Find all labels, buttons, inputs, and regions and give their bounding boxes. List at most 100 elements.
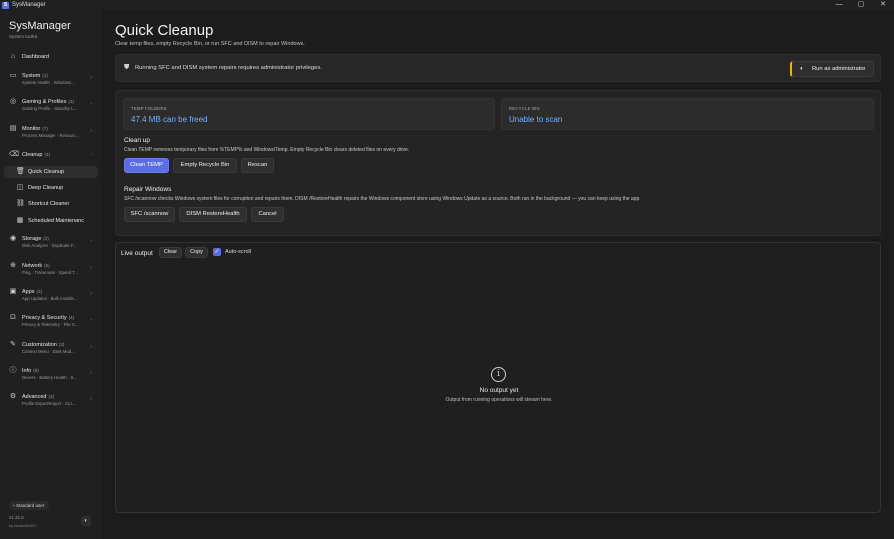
empty-output-title: No output yet — [479, 387, 519, 394]
auto-scroll-checkbox[interactable]: ✓ — [213, 248, 221, 256]
shield-half-icon: ◐ — [800, 66, 804, 72]
calendar-icon: ▦ — [16, 217, 24, 224]
sidebar-group-sub: Process Manager · Resourc... — [22, 133, 80, 138]
home-icon: ⌂ — [10, 53, 16, 60]
app-icon: S — [2, 1, 9, 9]
sidebar-group-sub: Profile Export/Import · CLI... — [22, 401, 76, 406]
sidebar-group-privacy[interactable]: ⊡ Privacy & Security (4) Privacy & Teleme… — [4, 314, 98, 330]
window-controls: — ▢ ✕ — [828, 0, 894, 10]
sidebar-group-count: (1) — [42, 73, 48, 78]
shield-icon: ⛊ — [124, 64, 130, 71]
sidebar-group-label: Network — [22, 263, 43, 269]
cancel-button[interactable]: Cancel — [251, 207, 284, 222]
sidebar-group-count: (3) — [48, 394, 54, 399]
dism-restorehealth-button[interactable]: DISM RestoreHealth — [179, 207, 247, 222]
clean-temp-button[interactable]: Clean TEMP — [124, 158, 169, 173]
sidebar-group-advanced[interactable]: ⚙ Advanced (3) Profile Export/Import · CL… — [4, 393, 98, 409]
sidebar-group-count: (4) — [68, 315, 75, 320]
chevron-right-icon: › — [90, 344, 92, 350]
sidebar-group-sub: Gaming Profile · Standby L... — [22, 106, 78, 111]
brand-name: SysManager — [9, 20, 71, 32]
close-button[interactable]: ✕ — [872, 0, 894, 10]
sidebar-group-label: Monitor — [22, 126, 41, 132]
sidebar-item-quick-cleanup[interactable]: 🗑 Quick Cleanup — [4, 166, 98, 178]
sidebar-item-scheduled-maintenance[interactable]: ▦ Scheduled Maintenanc — [4, 217, 98, 226]
sidebar-item-deep-cleanup[interactable]: ◫ Deep Cleanup — [4, 184, 98, 193]
sidebar-group-gaming[interactable]: ◎ Gaming & Profiles (3) Gaming Profile · … — [4, 98, 98, 114]
sidebar-group-label: Gaming & Profiles — [22, 99, 67, 105]
admin-notice-text: Running SFC and DISM system repairs requ… — [135, 65, 322, 71]
sidebar-group-customization[interactable]: ✎ Customization (3) Context Menu · Dark M… — [4, 341, 98, 357]
stat-label: TEMP FOLDERS — [131, 106, 167, 111]
auto-scroll-label: Auto-scroll — [225, 249, 251, 255]
sidebar: SysManager System toolkit ⌂ Dashboard ▭ … — [0, 10, 102, 539]
sidebar-group-sub: Privacy & Telemetry · File S... — [22, 322, 79, 327]
page-subtitle: Clear temp files, empty Recycle Bin, or … — [115, 41, 305, 47]
sidebar-group-sub: Context Menu · Dark Mod... — [22, 349, 75, 354]
sfc-scannow-button[interactable]: SFC /scannow — [124, 207, 175, 222]
sidebar-item-label: Dashboard — [22, 54, 49, 60]
chevron-right-icon: › — [90, 265, 92, 271]
sidebar-group-label: Customization — [22, 342, 57, 348]
sidebar-group-network[interactable]: ⊕ Network (5) Ping · Traceroute · Speed T… — [4, 262, 98, 278]
sidebar-group-apps[interactable]: ▣ Apps (3) App Updates · Bulk Installe...… — [4, 288, 98, 304]
repair-section-title: Repair Windows — [124, 186, 172, 193]
sidebar-group-label: Apps — [22, 289, 35, 295]
chevron-right-icon: › — [90, 291, 92, 297]
info-icon: i — [491, 367, 506, 382]
live-output-panel: Live output Clear Copy ✓ Auto-scroll i N… — [115, 242, 881, 513]
sidebar-group-count: (5) — [44, 263, 50, 268]
stat-label: RECYCLE BIN — [509, 106, 540, 111]
cleanup-section-title: Clean up — [124, 137, 151, 144]
clear-output-button[interactable]: Clear — [159, 247, 182, 258]
chevron-right-icon: › — [90, 238, 92, 244]
sidebar-item-dashboard[interactable]: ⌂ Dashboard — [4, 53, 98, 62]
theme-toggle-button[interactable]: ◐ — [81, 516, 91, 526]
rescan-button[interactable]: Rescan — [241, 158, 274, 173]
chart-icon: ▤ — [9, 125, 17, 132]
temp-folders-stat: TEMP FOLDERS 47.4 MB can be freed — [123, 98, 495, 130]
cleanup-card: TEMP FOLDERS 47.4 MB can be freed RECYCL… — [115, 90, 881, 236]
main-content: Quick Cleanup Clear temp files, empty Re… — [102, 10, 894, 539]
sidebar-group-count: (2) — [43, 236, 49, 241]
sidebar-item-label: Shortcut Cleaner — [28, 201, 70, 207]
chevron-down-icon: ˇ — [90, 154, 92, 160]
sidebar-group-sub: Drivers · Battery Health · S... — [22, 375, 77, 380]
page-title: Quick Cleanup — [115, 22, 214, 39]
run-as-admin-button[interactable]: ◐ Run as administrator — [790, 61, 874, 77]
sidebar-group-sub: Disk Analyzer · Duplicate F... — [22, 243, 77, 248]
stat-value: 47.4 MB can be freed — [131, 115, 208, 124]
empty-recycle-bin-button[interactable]: Empty Recycle Bin — [173, 158, 237, 173]
sidebar-item-label: Scheduled Maintenanc — [28, 218, 84, 224]
sidebar-group-system[interactable]: ▭ System (1) System Health · Windows... › — [4, 72, 98, 88]
minimize-button[interactable]: — — [828, 0, 850, 10]
sidebar-group-monitor[interactable]: ▤ Monitor (7) Process Manager · Resourc..… — [4, 125, 98, 141]
trash-icon: 🗑 — [16, 168, 25, 175]
brand-subtitle: System toolkit — [9, 34, 38, 39]
sidebar-group-label: Cleanup — [22, 152, 43, 158]
live-output-title: Live output — [121, 250, 153, 257]
lock-icon: ⊡ — [10, 314, 16, 321]
monitor-icon: ▭ — [9, 72, 17, 79]
app-version: v1.31.6 — [9, 515, 24, 520]
sidebar-group-count: (3) — [36, 289, 43, 294]
chevron-right-icon: › — [90, 396, 92, 402]
sidebar-group-storage[interactable]: ◉ Storage (2) Disk Analyzer · Duplicate F… — [4, 235, 98, 251]
chevron-right-icon: › — [90, 370, 92, 376]
sidebar-group-sub: App Updates · Bulk Installe... — [22, 296, 78, 301]
sidebar-group-info[interactable]: ⓘ Info (8) Drivers · Battery Health · S..… — [4, 367, 98, 383]
user-role-badge: ◔ Standard user — [9, 501, 50, 510]
maximize-button[interactable]: ▢ — [850, 0, 872, 10]
sidebar-item-label: Quick Cleanup — [28, 169, 65, 175]
sidebar-item-shortcut-cleaner[interactable]: ⛓ Shortcut Cleaner — [4, 200, 98, 209]
chevron-right-icon: › — [90, 128, 92, 134]
chevron-right-icon: › — [90, 317, 92, 323]
apps-icon: ▣ — [9, 288, 17, 295]
admin-notice-bar: ⛊ Running SFC and DISM system repairs re… — [115, 54, 881, 82]
repair-section-desc: SFC /scannow checks Windows system files… — [124, 196, 641, 202]
sidebar-group-count: (4) — [44, 152, 51, 157]
copy-output-button[interactable]: Copy — [185, 247, 208, 258]
sidebar-group-cleanup[interactable]: ⌫ Cleanup (4) ˇ — [4, 151, 98, 160]
user-role-label: Standard user — [15, 503, 45, 508]
gamepad-icon: ◎ — [9, 98, 17, 105]
